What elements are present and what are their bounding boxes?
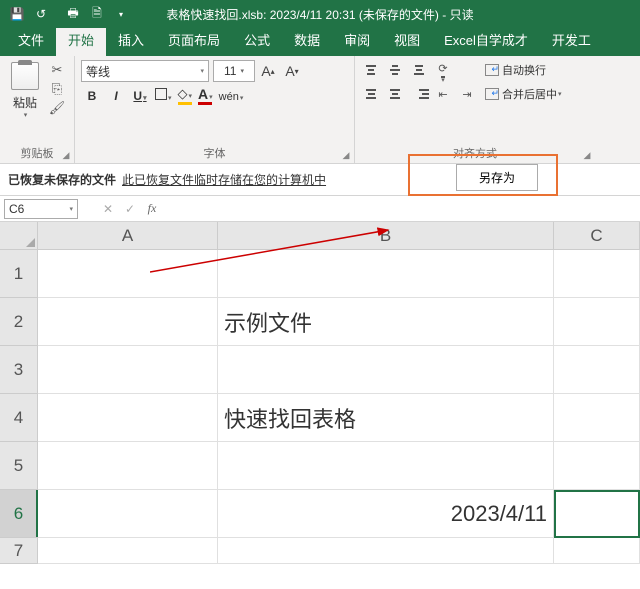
copy-icon[interactable]: ⎘ bbox=[48, 81, 66, 97]
cell[interactable] bbox=[38, 538, 218, 564]
row-header-1[interactable]: 1 bbox=[0, 250, 38, 298]
align-bottom-icon[interactable] bbox=[409, 60, 429, 80]
align-center-icon[interactable] bbox=[385, 84, 405, 104]
row-header-2[interactable]: 2 bbox=[0, 298, 38, 346]
undo-icon[interactable]: ↺ bbox=[30, 3, 52, 25]
cell[interactable] bbox=[554, 298, 640, 346]
tab-review[interactable]: 审阅 bbox=[332, 24, 382, 56]
ribbon-tabs: 文件 开始 插入 页面布局 公式 数据 审阅 视图 Excel自学成才 开发工 bbox=[0, 28, 640, 56]
cell[interactable] bbox=[38, 346, 218, 394]
indent-left-icon[interactable]: ⇤ bbox=[433, 84, 453, 104]
recovery-bar: 已恢复未保存的文件 此已恢复文件临时存储在您的计算机中 另存为 bbox=[0, 164, 640, 196]
cell[interactable] bbox=[38, 394, 218, 442]
font-launcher-icon[interactable]: ◢ bbox=[340, 149, 352, 161]
tab-file[interactable]: 文件 bbox=[6, 24, 56, 56]
clipboard-launcher-icon[interactable]: ◢ bbox=[60, 149, 72, 161]
cell[interactable]: 快速找回表格 bbox=[218, 394, 554, 442]
clipboard-icon bbox=[11, 62, 39, 90]
recovery-message: 已恢复未保存的文件 bbox=[8, 171, 116, 188]
fill-color-button[interactable]: ◇▾ bbox=[178, 86, 193, 105]
align-launcher-icon[interactable]: ◢ bbox=[581, 149, 593, 161]
font-size-select[interactable]: 11▾ bbox=[213, 60, 255, 82]
tab-developer[interactable]: 开发工 bbox=[540, 24, 603, 56]
row-header-6[interactable]: 6 bbox=[0, 490, 38, 538]
cell[interactable] bbox=[554, 250, 640, 298]
select-all-corner[interactable] bbox=[0, 222, 38, 250]
align-middle-icon[interactable] bbox=[385, 60, 405, 80]
group-font: 等线▾ 11▾ A▴ A▾ B I U▾ ▾ ◇▾ A▾ wén▾ 字体 ◢ bbox=[75, 56, 355, 163]
cell[interactable]: 示例文件 bbox=[218, 298, 554, 346]
formula-bar: C6▾ ✕ ✓ fx bbox=[0, 196, 640, 222]
cell[interactable]: 2023/4/11 bbox=[218, 490, 554, 538]
cell[interactable] bbox=[218, 250, 554, 298]
col-header-C[interactable]: C bbox=[554, 222, 640, 250]
align-right-icon[interactable] bbox=[409, 84, 429, 104]
phonetic-button[interactable]: wén▾ bbox=[219, 89, 244, 103]
save-icon[interactable]: 💾 bbox=[6, 3, 28, 25]
paste-label: 粘贴 bbox=[13, 94, 37, 111]
cell[interactable] bbox=[38, 298, 218, 346]
row-header-3[interactable]: 3 bbox=[0, 346, 38, 394]
cell[interactable] bbox=[554, 538, 640, 564]
cell[interactable] bbox=[218, 442, 554, 490]
indent-right-icon[interactable]: ⇥ bbox=[457, 84, 477, 104]
merge-center-button[interactable]: 合并后居中▾ bbox=[481, 84, 566, 104]
group-label-font: 字体 bbox=[75, 145, 354, 161]
italic-button[interactable]: I bbox=[107, 89, 125, 103]
cell[interactable] bbox=[554, 442, 640, 490]
row-header-5[interactable]: 5 bbox=[0, 442, 38, 490]
increase-font-icon[interactable]: A▴ bbox=[257, 60, 279, 82]
quick-access-toolbar: 💾 ↺ 🖶 🗎 ▾ bbox=[0, 3, 132, 25]
row-header-4[interactable]: 4 bbox=[0, 394, 38, 442]
recovery-link[interactable]: 此已恢复文件临时存储在您的计算机中 bbox=[122, 171, 326, 188]
bold-button[interactable]: B bbox=[83, 89, 101, 103]
enter-icon[interactable]: ✓ bbox=[120, 202, 140, 216]
group-clipboard: 粘贴 ▾ ✂ ⎘ 🖌 剪贴板 ◢ bbox=[0, 56, 75, 163]
decrease-font-icon[interactable]: A▾ bbox=[281, 60, 303, 82]
print-icon[interactable]: 🖶 bbox=[62, 3, 84, 25]
cell[interactable] bbox=[218, 538, 554, 564]
tab-formulas[interactable]: 公式 bbox=[232, 24, 282, 56]
cell[interactable] bbox=[38, 442, 218, 490]
cut-icon[interactable]: ✂ bbox=[48, 62, 66, 78]
tab-view[interactable]: 视图 bbox=[382, 24, 432, 56]
cell[interactable] bbox=[554, 346, 640, 394]
cell[interactable] bbox=[218, 346, 554, 394]
tab-layout[interactable]: 页面布局 bbox=[156, 24, 232, 56]
cell-selected[interactable] bbox=[554, 490, 640, 538]
align-left-icon[interactable] bbox=[361, 84, 381, 104]
chevron-down-icon[interactable]: ▾ bbox=[24, 111, 28, 119]
page-icon[interactable]: 🗎 bbox=[86, 3, 108, 25]
cell[interactable] bbox=[38, 490, 218, 538]
tab-insert[interactable]: 插入 bbox=[106, 24, 156, 56]
title-bar: 💾 ↺ 🖶 🗎 ▾ 表格快速找回.xlsb: 2023/4/11 20:31 (… bbox=[0, 0, 640, 28]
underline-button[interactable]: U▾ bbox=[131, 89, 149, 103]
row-header-7[interactable]: 7 bbox=[0, 538, 38, 564]
col-header-A[interactable]: A bbox=[38, 222, 218, 250]
qa-dropdown-icon[interactable]: ▾ bbox=[110, 3, 132, 25]
tab-data[interactable]: 数据 bbox=[282, 24, 332, 56]
tab-home[interactable]: 开始 bbox=[56, 24, 106, 56]
save-as-button[interactable]: 另存为 bbox=[456, 164, 538, 191]
cell[interactable] bbox=[554, 394, 640, 442]
fx-icon[interactable]: fx bbox=[142, 201, 162, 216]
cell[interactable] bbox=[38, 250, 218, 298]
wrap-text-button[interactable]: 自动换行 bbox=[481, 60, 550, 80]
name-box[interactable]: C6▾ bbox=[4, 199, 78, 219]
align-top-icon[interactable] bbox=[361, 60, 381, 80]
ribbon: 粘贴 ▾ ✂ ⎘ 🖌 剪贴板 ◢ 等线▾ 11▾ A▴ A▾ B I U▾ bbox=[0, 56, 640, 164]
format-painter-icon[interactable]: 🖌 bbox=[48, 100, 66, 116]
font-color-button[interactable]: A▾ bbox=[198, 86, 213, 105]
tab-custom[interactable]: Excel自学成才 bbox=[432, 24, 540, 56]
group-align: ⟳▾ 自动换行 ⇤ ⇥ 合并后居中▾ 对齐方式 ◢ bbox=[355, 56, 595, 163]
font-name-select[interactable]: 等线▾ bbox=[81, 60, 209, 82]
orientation-icon[interactable]: ⟳▾ bbox=[433, 60, 453, 80]
cancel-icon[interactable]: ✕ bbox=[98, 202, 118, 216]
col-header-B[interactable]: B bbox=[218, 222, 554, 250]
border-button[interactable]: ▾ bbox=[155, 88, 172, 103]
spreadsheet-grid[interactable]: A B C 1 2 示例文件 3 4 快速找回表格 5 6 2023/4/11 … bbox=[0, 222, 640, 564]
